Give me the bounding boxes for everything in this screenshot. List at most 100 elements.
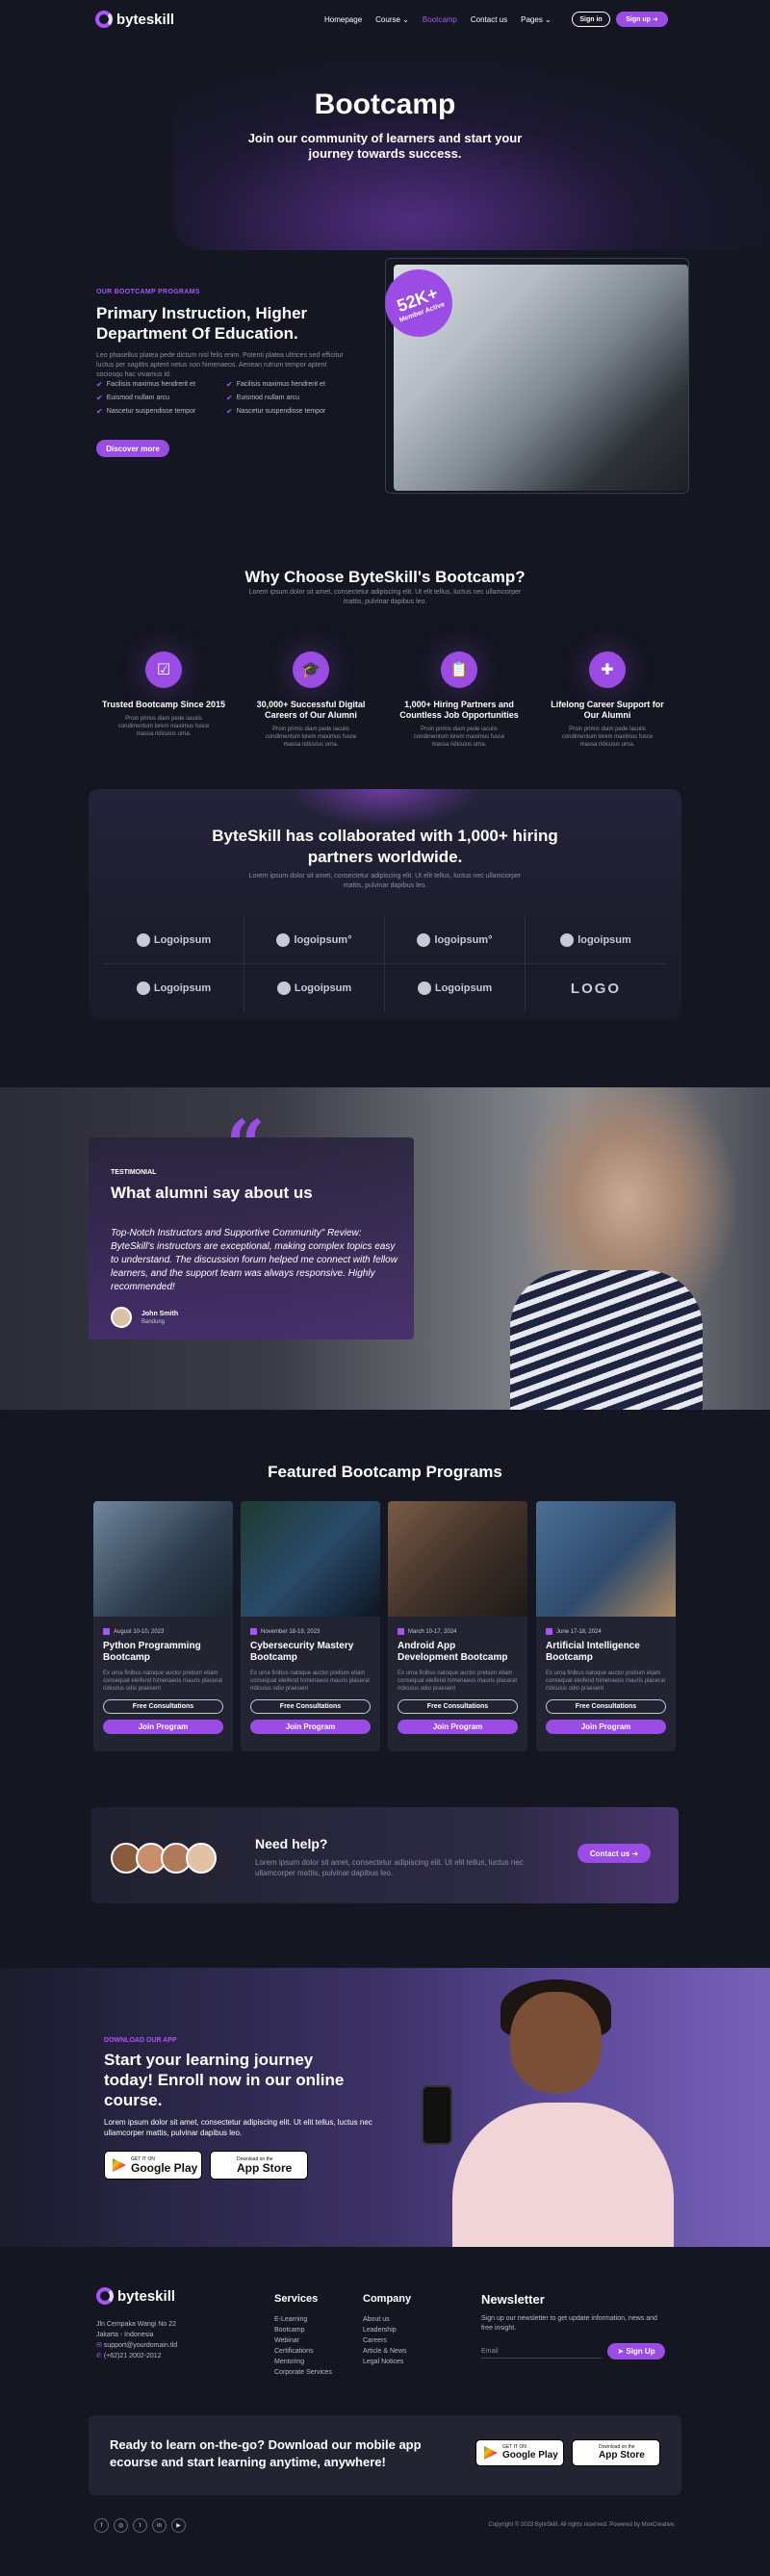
join-program-button[interactable]: Join Program [546, 1720, 666, 1734]
footer-link[interactable]: Leadership [363, 2325, 411, 2335]
hero-title: Bootcamp [314, 89, 456, 120]
partner-logo: logoipsum° [385, 916, 526, 964]
testimonial-section: “ TESTIMONIAL What alumni say about us T… [0, 1087, 770, 1410]
send-icon: ➤ [617, 2347, 627, 2356]
check-icon: ✔ [226, 394, 233, 402]
ring-logo-icon [417, 982, 431, 995]
check-icon: ✔ [226, 407, 233, 416]
footer-company: Company About us Leadership Careers Arti… [363, 2293, 412, 2367]
footer-link[interactable]: Webinar [274, 2335, 332, 2346]
email-field[interactable]: Email [481, 2345, 602, 2359]
nav-course[interactable]: Course ⌄ [375, 15, 409, 24]
partners-section: ByteSkill has collaborated with 1,000+ h… [0, 789, 770, 1087]
footer-link[interactable]: About us [363, 2314, 411, 2325]
course-card[interactable]: November 18-19, 2023 Cybersecurity Maste… [241, 1501, 380, 1751]
wave-logo-icon [276, 982, 291, 995]
nav-pages[interactable]: Pages ⌄ [521, 15, 552, 24]
partner-logo: logoipsum° [244, 916, 385, 964]
facebook-icon[interactable]: f [94, 2518, 109, 2533]
download-title: Ready to learn on-the-go? Download our m… [110, 2437, 422, 2469]
join-program-button[interactable]: Join Program [250, 1720, 371, 1734]
why-section: Why Choose ByteSkill's Bootcamp? Lorem i… [0, 520, 770, 789]
check-icon: ✔ [96, 407, 103, 416]
footer-link[interactable]: Mentoring [274, 2357, 332, 2367]
footer-link[interactable]: Article & News [363, 2346, 411, 2357]
footer-link[interactable]: Corporate Services [274, 2367, 332, 2378]
check-icon: ✔ [226, 380, 233, 389]
course-title: Cybersecurity Mastery Bootcamp [250, 1641, 354, 1663]
section-desc: Leo phasellus platea pede dictum nisl fe… [96, 352, 344, 378]
footer-link[interactable]: Bootcamp [274, 2325, 332, 2335]
calendar-icon [546, 1628, 552, 1635]
partner-logo: Logoipsum [104, 964, 244, 1012]
feature-card: ☑ Trusted Bootcamp Since 2015 Proin prim… [101, 651, 226, 738]
instagram-icon[interactable]: ◎ [114, 2518, 128, 2533]
join-program-button[interactable]: Join Program [398, 1720, 518, 1734]
certificate-icon: ☑ [145, 651, 182, 688]
contact-us-button[interactable]: Contact us ➜ [578, 1844, 651, 1863]
partner-logo: Logoipsum [244, 964, 385, 1012]
footer-link[interactable]: Legal Notices [363, 2357, 411, 2367]
course-image [536, 1501, 676, 1617]
phone-icon [422, 2085, 452, 2145]
discover-more-button[interactable]: Discover more [96, 440, 169, 457]
chat-support-icon: ✚ [589, 651, 626, 688]
testimonial-text: Top-Notch Instructors and Supportive Com… [111, 1228, 398, 1292]
logo[interactable]: byteskill [95, 11, 174, 28]
app-title: Start your learning journey today! Enrol… [104, 2051, 345, 2109]
logo-icon [96, 2287, 114, 2305]
free-consultations-button[interactable]: Free Consultations [250, 1699, 371, 1714]
check-item: ✔ Euismod nullam arcu [226, 394, 300, 402]
linkedin-icon[interactable]: in [152, 2518, 167, 2533]
free-consultations-button[interactable]: Free Consultations [546, 1699, 666, 1714]
app-store-button[interactable]: Download on the App Store [210, 2151, 308, 2180]
footer-link[interactable]: E-Learning [274, 2314, 332, 2325]
check-icon: ✔ [96, 394, 103, 402]
check-item: ✔ Euismod nullam arcu [96, 394, 170, 402]
course-title: Android App Development Bootcamp [398, 1641, 508, 1663]
course-image [388, 1501, 527, 1617]
why-subtitle: Lorem ipsum dolor sit amet, consectetur … [248, 589, 522, 605]
graduation-cap-icon: 🎓 [293, 651, 329, 688]
bolt-logo-icon [136, 932, 150, 947]
partner-logo: Logoipsum [104, 916, 244, 964]
course-card[interactable]: June 17-18, 2024 Artificial Intelligence… [536, 1501, 676, 1751]
youtube-icon[interactable]: ▶ [171, 2518, 186, 2533]
excited-man-photo [414, 1968, 712, 2247]
sign-in-button[interactable]: Sign in [572, 12, 610, 27]
avatar [111, 1307, 132, 1328]
support-avatars [111, 1843, 217, 1874]
help-title: Need help? [255, 1836, 328, 1851]
twitter-icon[interactable]: t [133, 2518, 147, 2533]
app-eyebrow: DOWNLOAD OUR APP [104, 2037, 177, 2044]
sign-up-button[interactable]: Sign up ➜ [616, 12, 668, 27]
download-banner: Ready to learn on-the-go? Download our m… [89, 2415, 681, 2495]
free-consultations-button[interactable]: Free Consultations [103, 1699, 223, 1714]
featured-section: Featured Bootcamp Programs August 10-10,… [0, 1410, 770, 1968]
logo-grid: Logoipsum logoipsum° logoipsum° logoipsu… [104, 916, 666, 1012]
nav-homepage[interactable]: Homepage [324, 15, 362, 24]
nav-contact[interactable]: Contact us [471, 15, 507, 24]
join-program-button[interactable]: Join Program [103, 1720, 223, 1734]
site-header: byteskill Homepage Course ⌄ Bootcamp Con… [0, 0, 770, 38]
footer-logo[interactable]: byteskill [96, 2287, 175, 2305]
partner-logo: logoipsum [526, 916, 666, 964]
course-card[interactable]: August 10-10, 2023 Python Programming Bo… [93, 1501, 233, 1751]
free-consultations-button[interactable]: Free Consultations [398, 1699, 518, 1714]
partner-logo: LOGO [570, 980, 622, 997]
hero-subtitle: Join our community of learners and start… [247, 131, 523, 161]
footer-link[interactable]: Certifications [274, 2346, 332, 2357]
course-card[interactable]: March 10-17, 2024 Android App Developmen… [388, 1501, 527, 1751]
footer-link[interactable]: Careers [363, 2335, 411, 2346]
newsletter-sign-up-button[interactable]: ➤ Sign Up [607, 2343, 665, 2359]
help-desc: Lorem ipsum dolor sit amet, consectetur … [255, 1858, 524, 1877]
calendar-icon [250, 1628, 257, 1635]
google-play-button[interactable]: GET IT ON Google Play [475, 2439, 564, 2466]
app-store-button[interactable]: Download on the App Store [572, 2439, 660, 2466]
nav-bootcamp[interactable]: Bootcamp [423, 15, 457, 24]
featured-title: Featured Bootcamp Programs [268, 1463, 502, 1481]
course-title: Artificial Intelligence Bootcamp [546, 1641, 640, 1663]
google-play-button[interactable]: GET IT ON Google Play [104, 2151, 202, 2180]
square-logo-icon [560, 932, 575, 947]
check-item: ✔ Facilisis maximus hendrerit et [226, 380, 325, 389]
